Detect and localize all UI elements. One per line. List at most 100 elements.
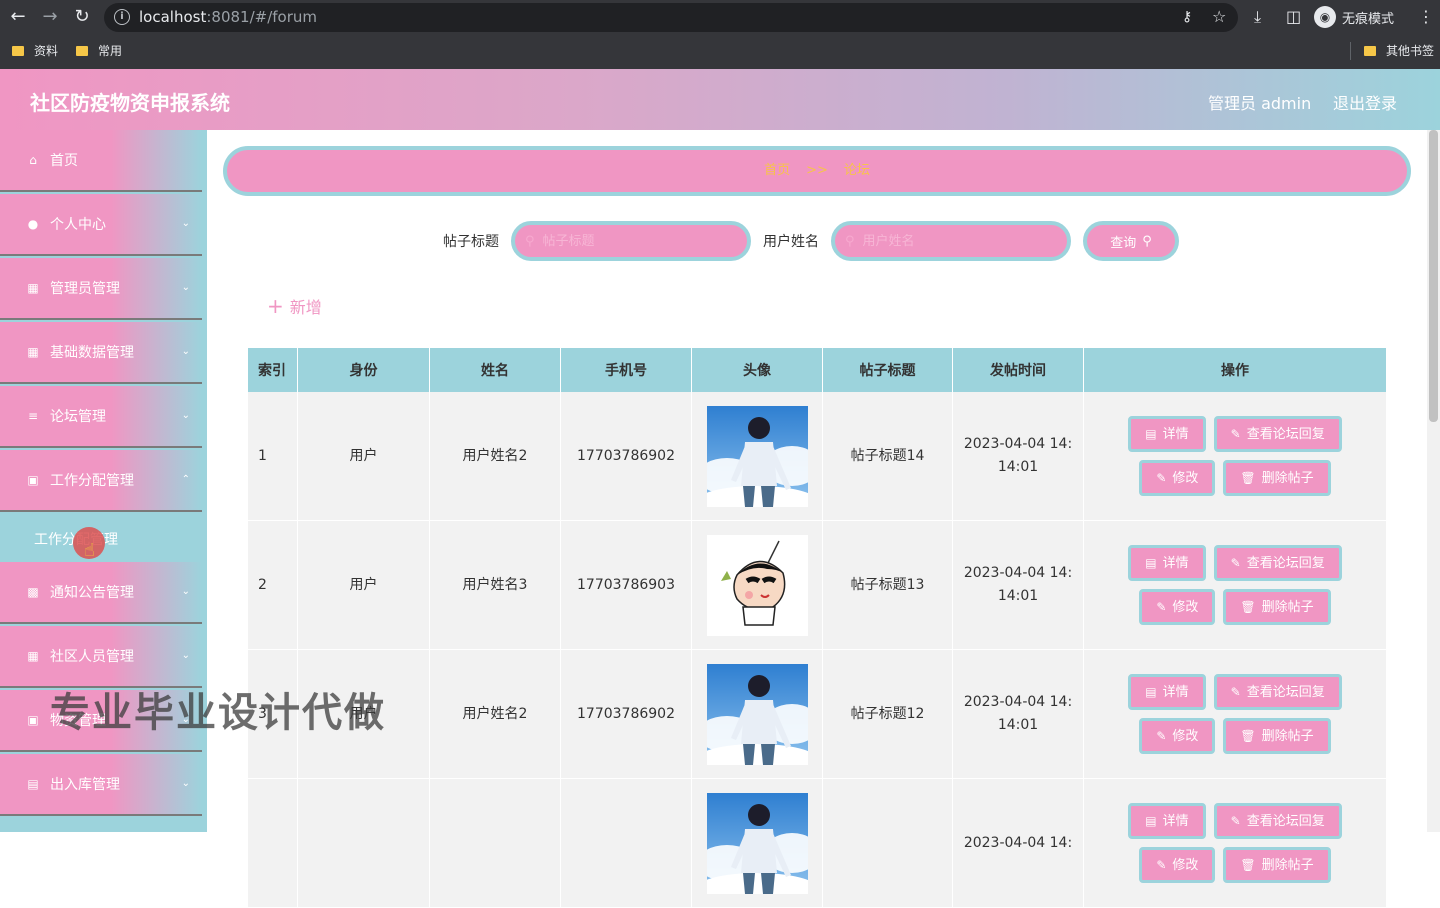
edit-button[interactable]: ✎ 修改 [1139, 589, 1216, 625]
browser-chrome: ← → ↻ i localhost:8081/#/forum ⚷ ☆ ⤓ ◫ ◉… [0, 0, 1440, 69]
grid-icon: ▦ [27, 281, 39, 295]
cell-time: 2023-04-04 14: 14:01 [953, 392, 1084, 520]
reload-icon[interactable]: ↻ [72, 7, 92, 27]
address-bar[interactable]: i localhost:8081/#/forum ⚷ ☆ [104, 3, 1238, 32]
user-search-field[interactable]: ⚲ [831, 221, 1071, 261]
delete-button[interactable]: 🗑 删除帖子 [1223, 847, 1331, 883]
sidebar-item-notice[interactable]: ▩ 通知公告管理 ⌄ [0, 562, 202, 624]
view-replies-button[interactable]: ✎ 查看论坛回复 [1213, 674, 1342, 710]
sidepanel-icon[interactable]: ◫ [1286, 7, 1301, 27]
cell-name: 用户姓名2 [430, 650, 561, 778]
delete-button[interactable]: 🗑 删除帖子 [1223, 718, 1331, 754]
incognito-indicator[interactable]: ◉ 无痕模式 [1314, 6, 1394, 28]
pencil-icon: ✎ [1156, 470, 1167, 485]
bookmark-separator [1350, 42, 1351, 60]
sidebar-item-work[interactable]: ▣ 工作分配管理 ⌃ [0, 450, 202, 512]
edit-button[interactable]: ✎ 修改 [1139, 847, 1216, 883]
cell-phone: 17703786903 [561, 521, 692, 649]
view-replies-button[interactable]: ✎ 查看论坛回复 [1213, 803, 1342, 839]
cell-ops: ▤ 详情 ✎ 查看论坛回复 ✎ 修改 🗑 删除帖子 [1084, 392, 1386, 520]
column-header: 头像 [692, 348, 823, 392]
pencil-icon: ✎ [1156, 857, 1167, 872]
forward-icon[interactable]: → [40, 7, 60, 27]
download-icon[interactable]: ⤓ [1254, 7, 1261, 27]
pencil-icon: ✎ [1230, 813, 1241, 828]
cell-title: 帖子标题13 [823, 521, 953, 649]
back-icon[interactable]: ← [8, 7, 28, 27]
avatar[interactable] [706, 792, 808, 894]
trash-icon: 🗑 [1240, 470, 1256, 485]
cell-time: 2023-04-04 14: 14:01 [953, 521, 1084, 649]
column-header: 手机号 [561, 348, 692, 392]
table-row: 1 用户 用户姓名2 17703786902 帖子标题14 2023-04-04… [248, 392, 1386, 521]
cell-avatar [692, 521, 823, 649]
bookmark-folder[interactable]: 资料 [12, 42, 58, 59]
trash-icon: 🗑 [1240, 728, 1256, 743]
hand-cursor-icon: ☝ [84, 540, 95, 561]
trash-icon: 🗑 [1240, 857, 1256, 872]
info-icon[interactable]: i [114, 9, 130, 25]
trash-icon: 🗑 [1240, 599, 1256, 614]
sidebar-item-home[interactable]: ⌂ 首页 [0, 130, 202, 192]
scroll-thumb[interactable] [1429, 130, 1438, 422]
page-scrollbar[interactable] [1427, 130, 1440, 832]
add-button[interactable]: + 新增 [267, 294, 322, 318]
column-header: 操作 [1221, 363, 1249, 379]
query-button[interactable]: 查询 ⚲ [1083, 221, 1179, 261]
document-icon: ▤ [1145, 813, 1157, 828]
cell-role [298, 779, 430, 907]
forum-table: 索引 身份 姓名 手机号 头像 帖子标题 发帖时间 操作 1 用户 用户姓名2 … [248, 348, 1386, 908]
chevron-down-icon: ⌄ [181, 778, 190, 789]
star-icon[interactable]: ☆ [1212, 7, 1226, 26]
table-body: 1 用户 用户姓名2 17703786902 帖子标题14 2023-04-04… [248, 392, 1386, 908]
cell-name: 用户姓名3 [430, 521, 561, 649]
document-icon: ▤ [1145, 555, 1157, 570]
title-search-input[interactable] [542, 233, 723, 249]
edit-button[interactable]: ✎ 修改 [1139, 460, 1216, 496]
cell-role: 用户 [298, 392, 430, 520]
sidebar-item-forum[interactable]: ≡ 论坛管理 ⌄ [0, 386, 202, 448]
search-icon: ⚲ [525, 233, 535, 249]
avatar[interactable] [706, 405, 808, 507]
column-header: 帖子标题 [823, 348, 953, 392]
other-bookmarks[interactable]: 其他书签 [1364, 42, 1434, 59]
sidebar-item-residents[interactable]: ▦ 社区人员管理 ⌄ [0, 626, 202, 688]
app-title: 社区防疫物资申报系统 [30, 91, 230, 115]
view-replies-button[interactable]: ✎ 查看论坛回复 [1213, 545, 1342, 581]
incognito-icon: ◉ [1314, 6, 1336, 28]
cell-index: 2 [248, 521, 298, 649]
detail-button[interactable]: ▤ 详情 [1128, 803, 1206, 839]
pencil-icon: ✎ [1230, 426, 1241, 441]
sidebar-item-personal[interactable]: ● 个人中心 ⌄ [0, 194, 202, 256]
avatar[interactable] [706, 663, 808, 765]
menu-dots-icon[interactable]: ⋮ [1418, 7, 1434, 27]
user-search-input[interactable] [862, 233, 1043, 249]
edit-button[interactable]: ✎ 修改 [1139, 718, 1216, 754]
user-icon: ● [27, 217, 39, 231]
cell-name [430, 779, 561, 907]
detail-button[interactable]: ▤ 详情 [1128, 674, 1206, 710]
detail-button[interactable]: ▤ 详情 [1128, 545, 1206, 581]
breadcrumb-home[interactable]: 首页 [764, 163, 790, 178]
pencil-icon: ✎ [1230, 555, 1241, 570]
watermark: 专业毕业设计代做 [50, 690, 386, 736]
url-text[interactable]: localhost:8081/#/forum [139, 8, 317, 26]
chevron-down-icon: ⌄ [181, 650, 190, 661]
title-search-field[interactable]: ⚲ [511, 221, 751, 261]
avatar[interactable] [706, 534, 808, 636]
sidebar-item-inout[interactable]: ▤ 出入库管理 ⌄ [0, 754, 202, 816]
title-search-label: 帖子标题 [443, 234, 499, 250]
bookmark-folder[interactable]: 常用 [76, 42, 122, 59]
view-replies-button[interactable]: ✎ 查看论坛回复 [1213, 416, 1342, 452]
sidebar-item-admins[interactable]: ▦ 管理员管理 ⌄ [0, 258, 202, 320]
logout-link[interactable]: 退出登录 [1333, 90, 1397, 114]
user-search-label: 用户姓名 [763, 234, 819, 250]
delete-button[interactable]: 🗑 删除帖子 [1223, 589, 1331, 625]
key-icon[interactable]: ⚷ [1182, 9, 1192, 25]
cell-index: 1 [248, 392, 298, 520]
delete-button[interactable]: 🗑 删除帖子 [1223, 460, 1331, 496]
sidebar-item-basedata[interactable]: ▦ 基础数据管理 ⌄ [0, 322, 202, 384]
detail-button[interactable]: ▤ 详情 [1128, 416, 1206, 452]
table-header: 索引 身份 姓名 手机号 头像 帖子标题 发帖时间 操作 [248, 348, 1386, 392]
grid-icon: ▦ [27, 649, 39, 663]
